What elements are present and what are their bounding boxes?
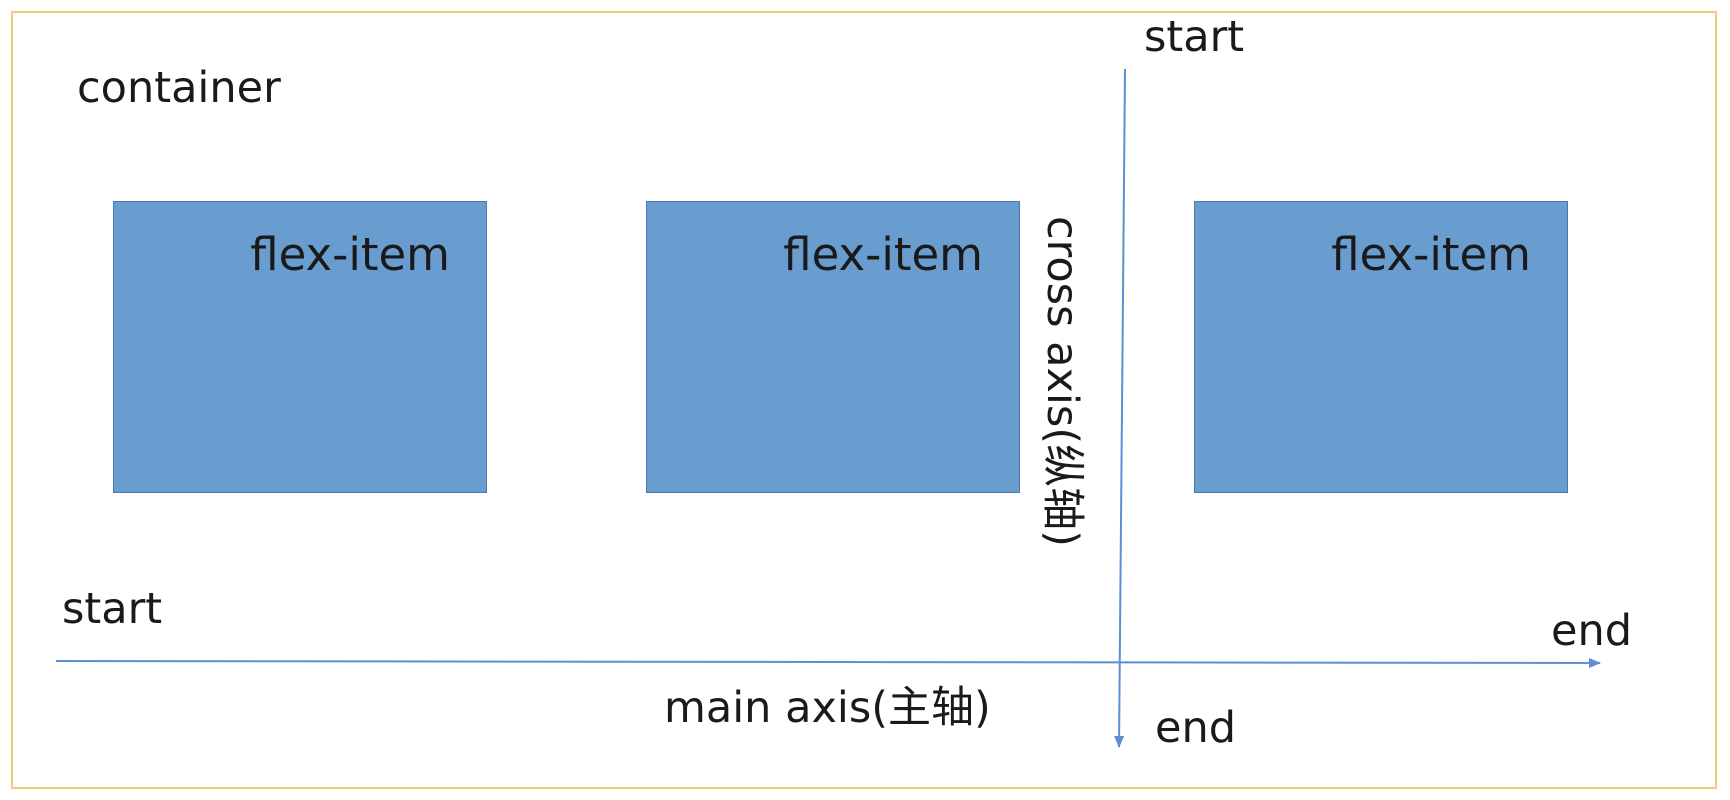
main-axis-start-label: start [62,584,163,634]
cross-axis-start-label: start [1144,12,1245,62]
main-axis-end-label: end [1551,606,1633,656]
cross-axis-label: cross axis(纵轴) [1037,216,1087,547]
main-axis-label: main axis(主轴) [664,683,991,733]
cross-axis-arrow [1114,68,1126,748]
main-axis-arrow [55,657,1601,668]
axes [55,68,1601,748]
cross-axis-end-label: end [1155,703,1237,753]
